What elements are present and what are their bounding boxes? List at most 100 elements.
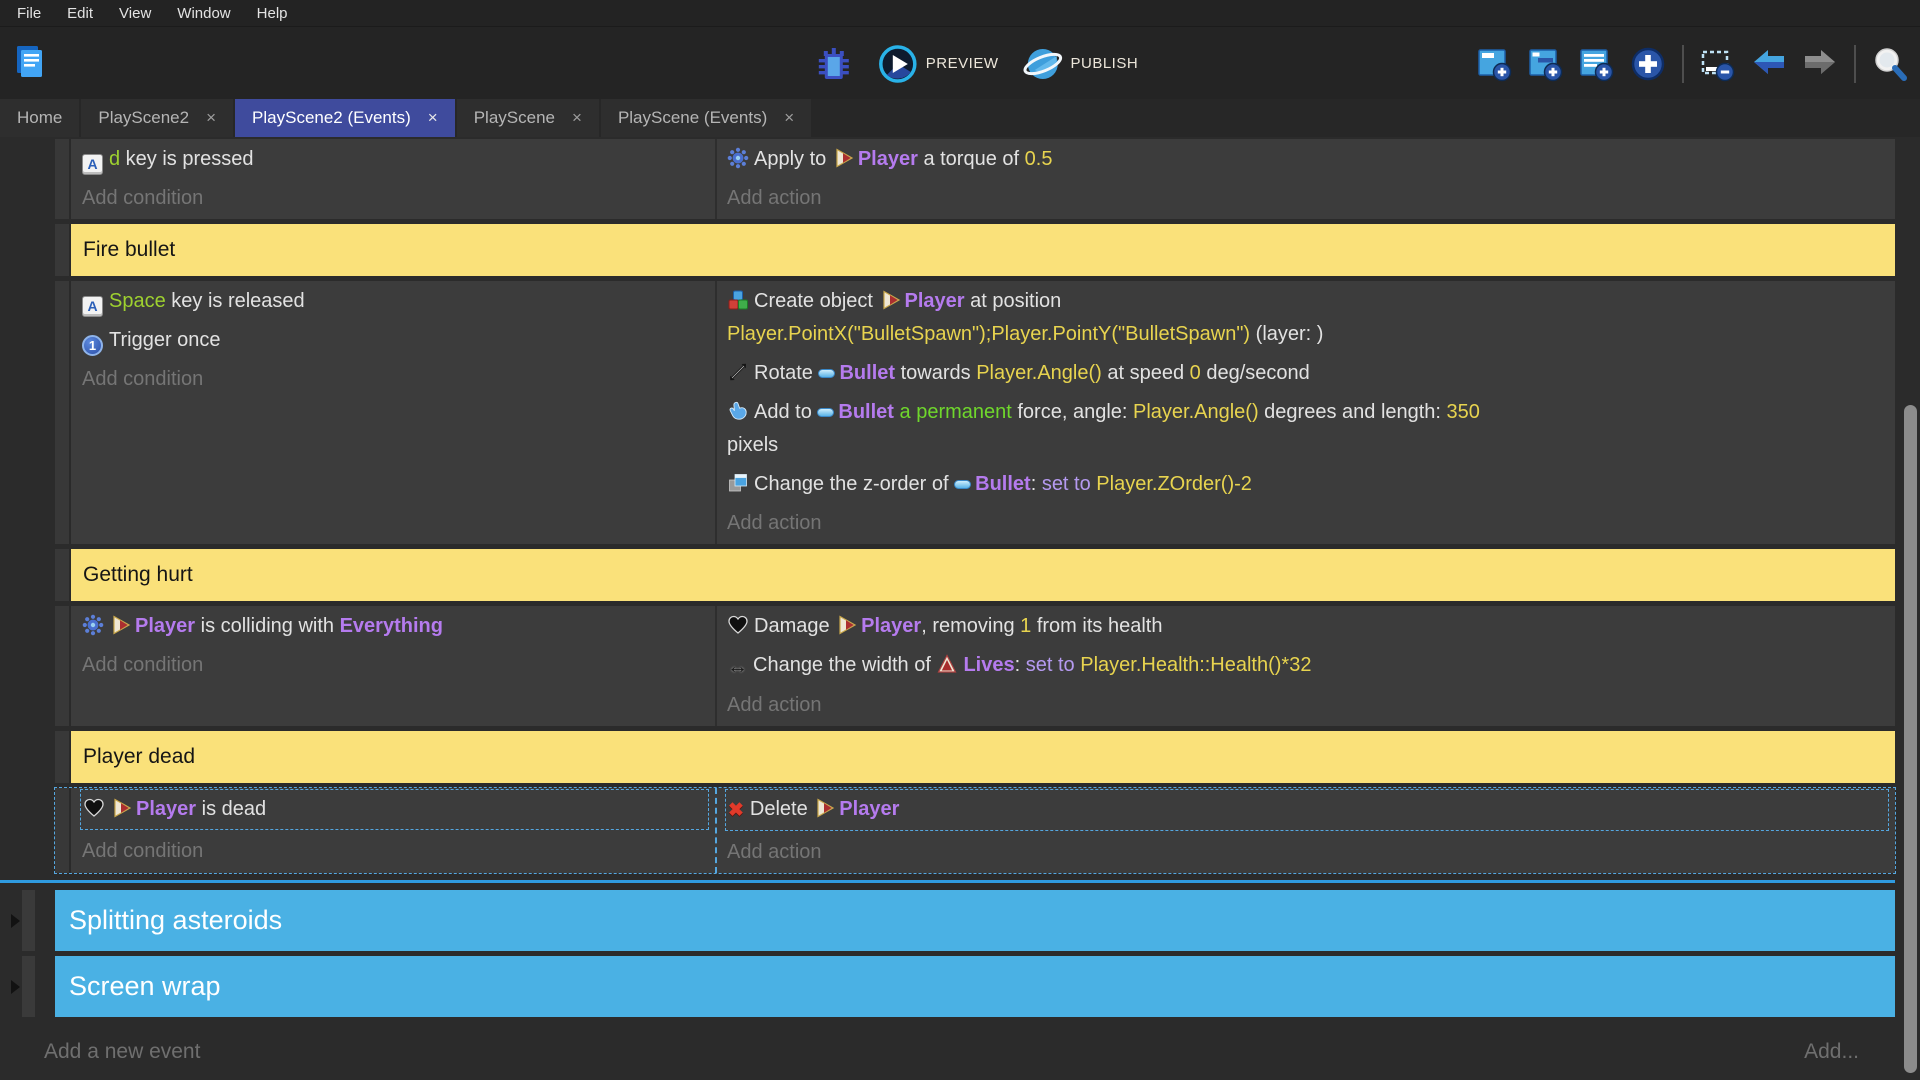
add-event-icon[interactable]	[1475, 44, 1515, 84]
close-icon[interactable]: ×	[428, 108, 438, 128]
text-segment: set to	[1042, 473, 1091, 495]
tab-label: PlayScene2 (Events)	[252, 108, 411, 128]
menu-window[interactable]: Window	[164, 5, 243, 22]
text-segment: Change the z-order of	[754, 473, 954, 495]
close-icon[interactable]: ×	[784, 108, 794, 128]
add-condition-button[interactable]: Add condition	[80, 360, 709, 399]
keyboard-icon: A	[82, 154, 103, 175]
text-segment: pixels	[727, 434, 778, 456]
add-condition-button[interactable]: Add condition	[80, 179, 709, 218]
preview-button[interactable]: PREVIEW	[878, 44, 999, 84]
add-subevent-icon[interactable]	[1526, 44, 1566, 84]
comment-row[interactable]: Fire bullet	[55, 224, 1895, 276]
event-drag-handle[interactable]	[55, 281, 71, 544]
vertical-scrollbar-thumb[interactable]	[1904, 405, 1917, 1073]
condition-instruction[interactable]: Ad key is pressed	[80, 140, 709, 179]
text-segment: , removing	[921, 615, 1020, 637]
group-gutter	[22, 890, 35, 951]
zorder-icon	[727, 472, 749, 494]
publish-button[interactable]: PUBLISH	[1022, 44, 1138, 84]
add-condition-button[interactable]: Add condition	[80, 832, 709, 871]
add-action-button[interactable]: Add action	[725, 833, 1889, 872]
close-icon[interactable]: ×	[206, 108, 216, 128]
action-instruction[interactable]: Rotate Bullet towards Player.Angle() at …	[725, 354, 1889, 393]
tab-playscene[interactable]: PlayScene×	[457, 99, 599, 137]
comment-drag-handle[interactable]	[55, 224, 71, 276]
text-segment: :	[1031, 473, 1042, 495]
tab-label: Home	[17, 108, 62, 128]
add-action-button[interactable]: Add action	[725, 686, 1889, 725]
condition-instruction[interactable]: Player is colliding with Everything	[80, 607, 709, 646]
redo-icon[interactable]	[1800, 44, 1840, 84]
undo-icon[interactable]	[1749, 44, 1789, 84]
event[interactable]: Player is deadAdd condition✖Delete Playe…	[55, 788, 1895, 873]
conditions-column: ASpace key is released1Trigger onceAdd c…	[71, 281, 717, 544]
tab-home[interactable]: Home	[0, 99, 79, 137]
event[interactable]: ASpace key is released1Trigger onceAdd c…	[55, 281, 1895, 544]
add-circle-icon[interactable]	[1628, 44, 1668, 84]
event-drag-handle[interactable]	[55, 139, 71, 219]
text-segment: Damage	[754, 615, 835, 637]
add-action-button[interactable]: Add action	[725, 179, 1889, 218]
event-drag-handle[interactable]	[55, 606, 71, 726]
tab-playscene2[interactable]: PlayScene2×	[81, 99, 233, 137]
event[interactable]: Player is colliding with EverythingAdd c…	[55, 606, 1895, 726]
toolbar-center: PREVIEW PUBLISH	[814, 27, 1138, 100]
tab-playscene-events[interactable]: PlayScene (Events)×	[601, 99, 811, 137]
action-instruction[interactable]: Change the z-order of Bullet: set to Pla…	[725, 465, 1889, 504]
project-manager-icon[interactable]	[10, 41, 50, 81]
group-title: Splitting asteroids	[55, 890, 1895, 951]
collapse-arrow-icon[interactable]	[8, 890, 22, 951]
menu-file[interactable]: File	[4, 5, 54, 22]
group-row[interactable]: Screen wrap	[8, 956, 1895, 1017]
action-instruction[interactable]: Apply to Player a torque of 0.5	[725, 140, 1889, 179]
debugger-icon[interactable]	[814, 44, 854, 84]
action-instruction[interactable]: ✖Delete Player	[725, 789, 1889, 831]
condition-instruction[interactable]: ASpace key is released	[80, 282, 709, 321]
preview-icon	[878, 44, 918, 84]
text-segment: 0.5	[1025, 148, 1053, 170]
text-segment: 1	[1020, 615, 1031, 637]
menu-view[interactable]: View	[106, 5, 164, 22]
text-segment: Player	[858, 148, 918, 170]
actions-column: Apply to Player a torque of 0.5Add actio…	[717, 139, 1895, 219]
add-condition-button[interactable]: Add condition	[80, 646, 709, 685]
add-comment-icon[interactable]	[1577, 44, 1617, 84]
text-segment: force, angle:	[1012, 401, 1133, 423]
condition-instruction[interactable]: Player is dead	[80, 789, 709, 830]
toolbar-separator	[1682, 45, 1684, 83]
text-segment: (layer: )	[1250, 323, 1323, 345]
comment-drag-handle[interactable]	[55, 731, 71, 783]
text-segment: set to	[1026, 654, 1075, 676]
text-segment: is colliding with	[195, 615, 340, 637]
condition-instruction[interactable]: 1Trigger once	[80, 321, 709, 360]
action-instruction[interactable]: Add to Bullet a permanent force, angle: …	[725, 393, 1889, 465]
collapse-arrow-icon[interactable]	[8, 956, 22, 1017]
text-segment: Player	[905, 290, 965, 312]
comment-row[interactable]: Player dead	[55, 731, 1895, 783]
comment-drag-handle[interactable]	[55, 549, 71, 601]
event-drag-handle[interactable]	[55, 788, 71, 873]
close-icon[interactable]: ×	[572, 108, 582, 128]
action-instruction[interactable]: Create object Player at positionPlayer.P…	[725, 282, 1889, 354]
action-instruction[interactable]: Damage Player, removing 1 from its healt…	[725, 607, 1889, 646]
add-button[interactable]: Add...	[1804, 1040, 1859, 1064]
text-segment: Player.PointX("BulletSpawn");Player.Poin…	[727, 323, 1250, 345]
comment-text: Getting hurt	[71, 549, 1895, 601]
rotate-icon	[727, 361, 749, 383]
event[interactable]: Ad key is pressedAdd conditionApply to P…	[55, 139, 1895, 219]
menu-edit[interactable]: Edit	[54, 5, 106, 22]
delete-selection-icon[interactable]	[1698, 44, 1738, 84]
group-row[interactable]: Splitting asteroids	[8, 890, 1895, 951]
action-instruction[interactable]: ↔Change the width of Lives: set to Playe…	[725, 646, 1889, 686]
text-segment: is dead	[196, 798, 266, 820]
keyboard-icon: A	[82, 296, 103, 317]
text-segment: Player	[839, 798, 899, 820]
menu-help[interactable]: Help	[244, 5, 301, 22]
add-action-button[interactable]: Add action	[725, 504, 1889, 543]
comment-row[interactable]: Getting hurt	[55, 549, 1895, 601]
tab-playscene2-events[interactable]: PlayScene2 (Events) ×	[235, 99, 455, 137]
search-icon[interactable]	[1870, 44, 1910, 84]
conditions-column: Ad key is pressedAdd condition	[71, 139, 717, 219]
add-new-event-button[interactable]: Add a new event	[44, 1040, 200, 1064]
